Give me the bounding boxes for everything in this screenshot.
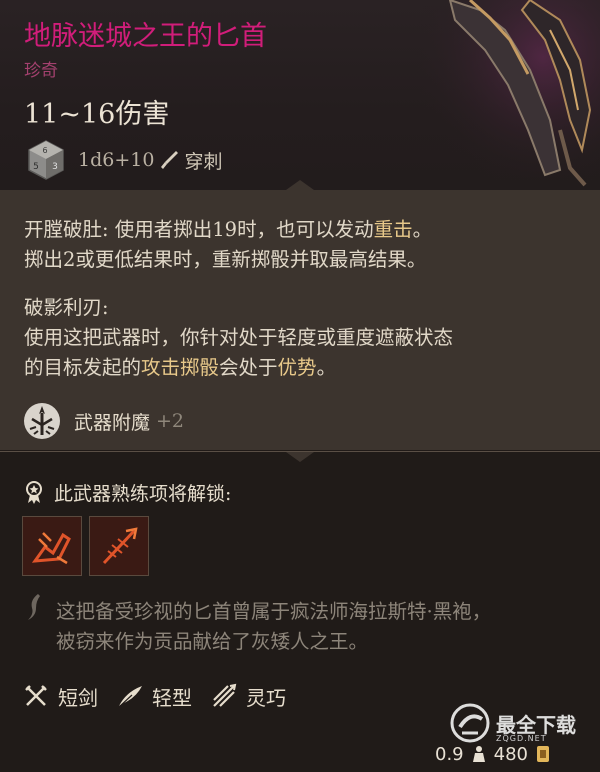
enchantment-label: 武器附魔 xyxy=(74,411,151,434)
property-shadow-blade: 破影利刃: 使用这把武器时，你针对处于轻度或重度遮蔽状态 的目标发起的攻击掷骰会… xyxy=(24,293,453,383)
quill-icon xyxy=(28,594,40,620)
tag-light: 轻型 xyxy=(152,685,192,710)
item-price: 480 xyxy=(493,743,528,765)
piercing-icon xyxy=(161,151,179,169)
damage-type: 穿刺 xyxy=(184,150,223,173)
property-title: 破影利刃: xyxy=(24,296,109,319)
enchantment-icon xyxy=(24,403,60,439)
item-rarity: 珍奇 xyxy=(24,61,58,81)
tooltip-header: 地脉迷城之王的匕首 珍奇 11~16伤害 6 5 3 1d6+10 穿刺 xyxy=(0,0,600,190)
weapon-action-icon xyxy=(23,517,81,575)
dice-row: 6 5 3 1d6+10 穿刺 xyxy=(24,138,222,182)
property-gut: 开膛破肚: 使用者掷出19时，也可以发动重击。 掷出2或更低结果时，重新掷骰并取… xyxy=(24,218,433,271)
dagger-art-icon xyxy=(410,0,600,190)
weight-icon xyxy=(472,746,485,762)
proficiency-title-row: 此武器熟练项将解锁: xyxy=(22,478,231,506)
watermark-logo-icon xyxy=(450,703,490,743)
svg-text:3: 3 xyxy=(52,162,58,172)
weapon-action-icon xyxy=(90,517,148,575)
skill-slot-1[interactable] xyxy=(22,516,82,576)
tag-finesse: 灵巧 xyxy=(246,685,286,710)
item-weight: 0.9 xyxy=(435,743,464,765)
item-tooltip: 地脉迷城之王的匕首 珍奇 11~16伤害 6 5 3 1d6+10 穿刺 开膛破… xyxy=(0,0,600,772)
proficiency-title: 此武器熟练项将解锁: xyxy=(54,482,232,505)
weapon-tags: 短剑 轻型 灵巧 xyxy=(22,678,304,714)
d6-die-icon: 6 5 3 xyxy=(28,140,64,180)
damage-range: 11~16伤害 xyxy=(24,99,170,130)
feather-icon xyxy=(118,686,142,708)
separator-arrow xyxy=(286,452,314,462)
short-sword-icon xyxy=(25,685,47,706)
gold-coin-icon xyxy=(537,746,549,762)
proficiency-medal-icon xyxy=(26,481,42,504)
advantage-link[interactable]: 优势 xyxy=(278,356,317,379)
attack-roll-link[interactable]: 攻击掷骰 xyxy=(141,356,219,379)
svg-text:5: 5 xyxy=(33,162,39,172)
dice-formula: 1d6+10 xyxy=(78,149,155,171)
skill-slot-2[interactable] xyxy=(89,516,149,576)
flavor-text: 这把备受珍视的匕首曾属于疯法师海拉斯特·黑袍， 被窃来作为贡品献给了灰矮人之王。 xyxy=(56,600,492,653)
enchantment-bonus: +2 xyxy=(156,410,185,432)
critical-hit-link[interactable]: 重击 xyxy=(374,218,413,241)
item-footer: 0.9 480 xyxy=(435,740,558,768)
tag-short-sword: 短剑 xyxy=(58,685,98,710)
enchantment-row: 武器附魔 +2 xyxy=(22,401,184,441)
finesse-icon xyxy=(213,683,237,707)
svg-text:6: 6 xyxy=(42,146,47,155)
separator-arrow xyxy=(286,180,314,190)
item-name: 地脉迷城之王的匕首 xyxy=(24,21,267,52)
